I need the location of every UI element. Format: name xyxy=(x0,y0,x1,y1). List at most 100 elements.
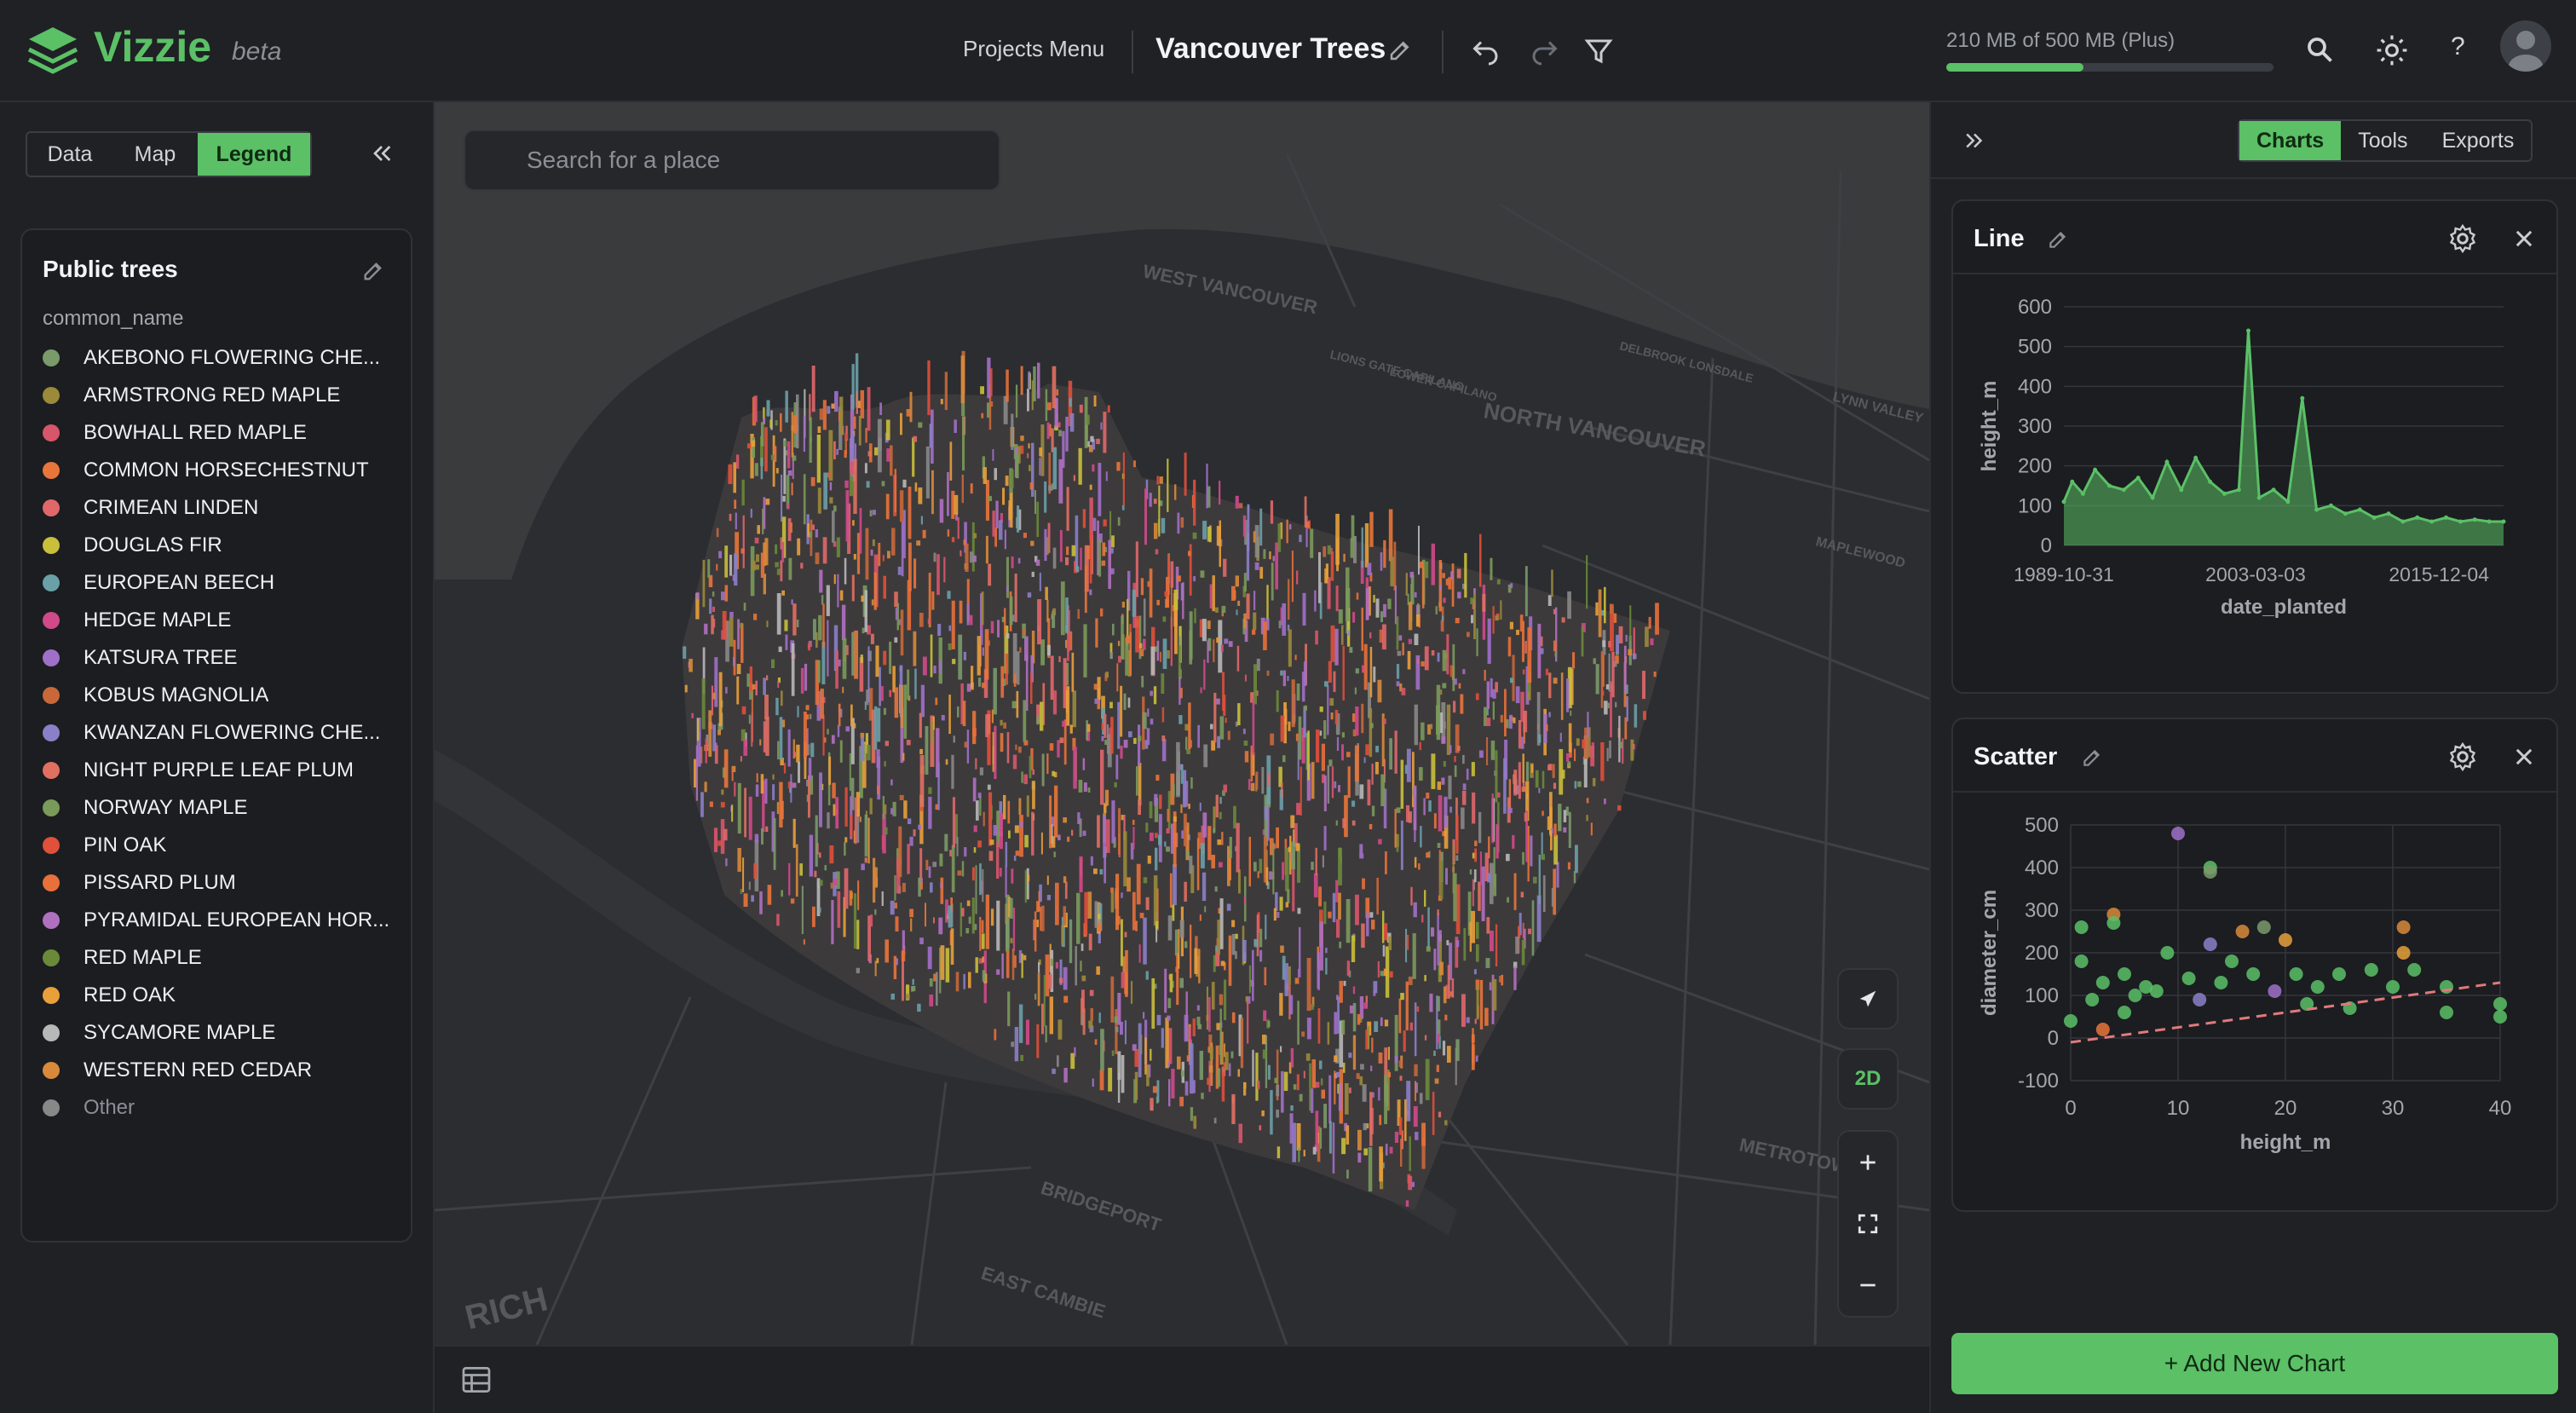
scatter-point xyxy=(2332,967,2346,981)
tree-bar xyxy=(1294,655,1297,660)
tree-bar xyxy=(1272,556,1275,562)
tree-bar xyxy=(1355,894,1359,926)
tree-bar xyxy=(1158,485,1161,537)
toggle-2d-button[interactable]: 2D xyxy=(1837,1048,1899,1110)
legend-item[interactable]: AKEBONO FLOWERING CHE... xyxy=(43,339,401,377)
tree-bar xyxy=(1469,921,1472,952)
tree-bar xyxy=(1302,592,1306,626)
tree-bar xyxy=(1595,602,1599,616)
zoom-in-button[interactable] xyxy=(1839,1132,1897,1193)
edit-title-icon[interactable] xyxy=(1387,37,1413,63)
tree-bar xyxy=(931,470,934,515)
minus-icon xyxy=(1860,1283,1876,1287)
tab-tools[interactable]: Tools xyxy=(2341,121,2424,160)
legend-item[interactable]: SYCAMORE MAPLE xyxy=(43,1014,401,1052)
tree-bar xyxy=(1219,481,1221,505)
legend-item[interactable]: NIGHT PURPLE LEAF PLUM xyxy=(43,752,401,789)
legend-item[interactable]: CRIMEAN LINDEN xyxy=(43,489,401,527)
table-icon[interactable] xyxy=(462,1367,491,1393)
legend-item[interactable]: NORWAY MAPLE xyxy=(43,789,401,827)
redo-icon[interactable] xyxy=(1529,36,1559,66)
close-chart-icon[interactable] xyxy=(2512,227,2536,251)
tree-bar xyxy=(1161,517,1166,533)
legend-item[interactable]: COMMON HORSECHESTNUT xyxy=(43,452,401,489)
collapse-right-panel-icon[interactable] xyxy=(1962,128,1987,153)
tree-bar xyxy=(913,558,917,589)
tree-bar xyxy=(1073,475,1075,482)
avatar[interactable] xyxy=(2500,20,2551,72)
filter-icon[interactable] xyxy=(1583,36,1614,66)
close-chart-icon[interactable] xyxy=(2512,745,2536,769)
tree-bar xyxy=(1207,826,1212,861)
edit-legend-icon[interactable] xyxy=(361,259,385,283)
tree-bar xyxy=(1118,808,1121,855)
tree-bar xyxy=(844,480,849,488)
tree-bar xyxy=(1373,666,1376,683)
legend-item[interactable]: KWANZAN FLOWERING CHE... xyxy=(43,714,401,752)
tree-bar xyxy=(1174,484,1177,500)
map-canvas[interactable]: WEST VANCOUVER NORTH VANCOUVER BRIDGEPOR… xyxy=(435,102,1929,1345)
edit-chart-icon[interactable] xyxy=(2081,747,2103,769)
tab-charts[interactable]: Charts xyxy=(2239,121,2342,160)
tree-bar xyxy=(1418,863,1421,870)
tree-bar xyxy=(734,499,737,509)
help-icon[interactable]: ? xyxy=(2451,32,2465,61)
tree-bar xyxy=(933,666,936,674)
legend-item[interactable]: WESTERN RED CEDAR xyxy=(43,1052,401,1089)
tab-legend[interactable]: Legend xyxy=(198,133,310,176)
search-icon[interactable] xyxy=(2304,34,2335,65)
tree-bar xyxy=(1259,949,1263,962)
tree-bar xyxy=(1383,968,1388,977)
tree-bar xyxy=(1008,500,1011,521)
tree-bar xyxy=(1276,1085,1280,1097)
tree-bar xyxy=(1167,1061,1170,1067)
legend-item[interactable]: KATSURA TREE xyxy=(43,639,401,677)
chart-settings-gear-icon[interactable] xyxy=(2447,741,2478,772)
undo-icon[interactable] xyxy=(1471,36,1501,66)
tree-bar xyxy=(1604,701,1608,715)
legend-item[interactable]: ARMSTRONG RED MAPLE xyxy=(43,377,401,414)
legend-item[interactable]: EUROPEAN BEECH xyxy=(43,564,401,602)
legend-item[interactable]: PYRAMIDAL EUROPEAN HOR... xyxy=(43,902,401,939)
tree-bar xyxy=(1587,712,1589,738)
line-point xyxy=(2300,395,2305,401)
scatter-chart-card: Scatter -100 0 100 200 300 400 500 0 10 20 30 40 hei… xyxy=(1951,718,2558,1212)
select-mode-button[interactable] xyxy=(1837,968,1899,1029)
tab-exports[interactable]: Exports xyxy=(2425,121,2532,160)
tab-data[interactable]: Data xyxy=(27,133,112,176)
tree-bar xyxy=(766,675,769,681)
collapse-left-panel-icon[interactable] xyxy=(368,140,395,167)
fullscreen-button[interactable] xyxy=(1839,1193,1897,1254)
legend-item[interactable]: KOBUS MAGNOLIA xyxy=(43,677,401,714)
add-new-chart-button[interactable]: + Add New Chart xyxy=(1951,1333,2558,1394)
tree-bar xyxy=(1207,1047,1210,1053)
tree-bar xyxy=(1361,527,1363,568)
legend-item[interactable]: HEDGE MAPLE xyxy=(43,602,401,639)
sun-theme-icon[interactable] xyxy=(2376,34,2408,66)
tree-bar xyxy=(1623,645,1627,692)
tree-bar xyxy=(1036,716,1040,725)
legend-item[interactable]: RED MAPLE xyxy=(43,939,401,977)
legend-item[interactable]: RED OAK xyxy=(43,977,401,1014)
tree-bar xyxy=(1009,897,1013,919)
tree-bar xyxy=(1496,579,1501,585)
tab-map[interactable]: Map xyxy=(112,133,198,176)
chart-settings-gear-icon[interactable] xyxy=(2447,223,2478,254)
place-search-input[interactable] xyxy=(525,143,985,177)
legend-item[interactable]: DOUGLAS FIR xyxy=(43,527,401,564)
tree-bar xyxy=(1053,851,1056,857)
tree-bar xyxy=(976,800,979,821)
tree-bar xyxy=(1560,672,1564,720)
tree-bar xyxy=(1341,1138,1346,1155)
legend-item[interactable]: PIN OAK xyxy=(43,827,401,864)
edit-chart-icon[interactable] xyxy=(2047,228,2069,251)
tree-bar xyxy=(842,637,847,679)
tree-bar xyxy=(1235,575,1239,587)
legend-item[interactable]: BOWHALL RED MAPLE xyxy=(43,414,401,452)
projects-menu-button[interactable]: Projects Menu xyxy=(963,36,1104,62)
zoom-out-button[interactable] xyxy=(1839,1254,1897,1316)
tree-bar xyxy=(1199,914,1202,921)
legend-item[interactable]: Other xyxy=(43,1089,401,1127)
map-view[interactable]: WEST VANCOUVER NORTH VANCOUVER BRIDGEPOR… xyxy=(435,102,1929,1345)
legend-item[interactable]: PISSARD PLUM xyxy=(43,864,401,902)
